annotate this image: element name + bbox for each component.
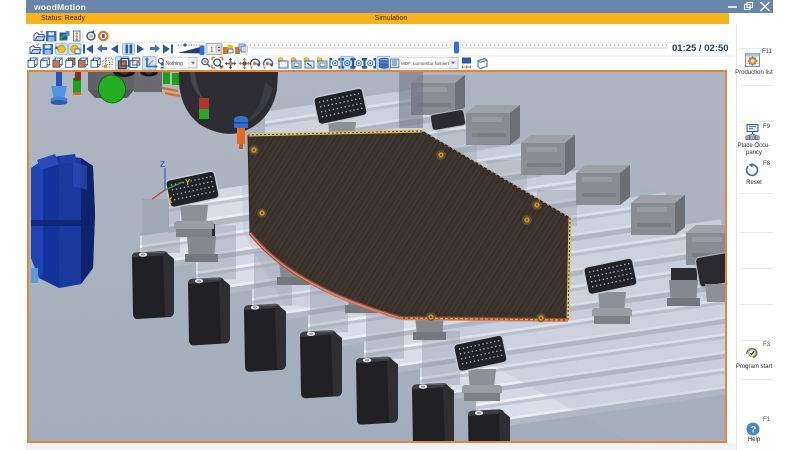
svg-text:MDF, Lumumba furniert: MDF, Lumumba furniert — [401, 61, 450, 66]
svg-text:Nothing: Nothing — [166, 61, 183, 67]
svg-text:1: 1 — [210, 47, 214, 54]
svg-text:?: ? — [750, 424, 756, 435]
